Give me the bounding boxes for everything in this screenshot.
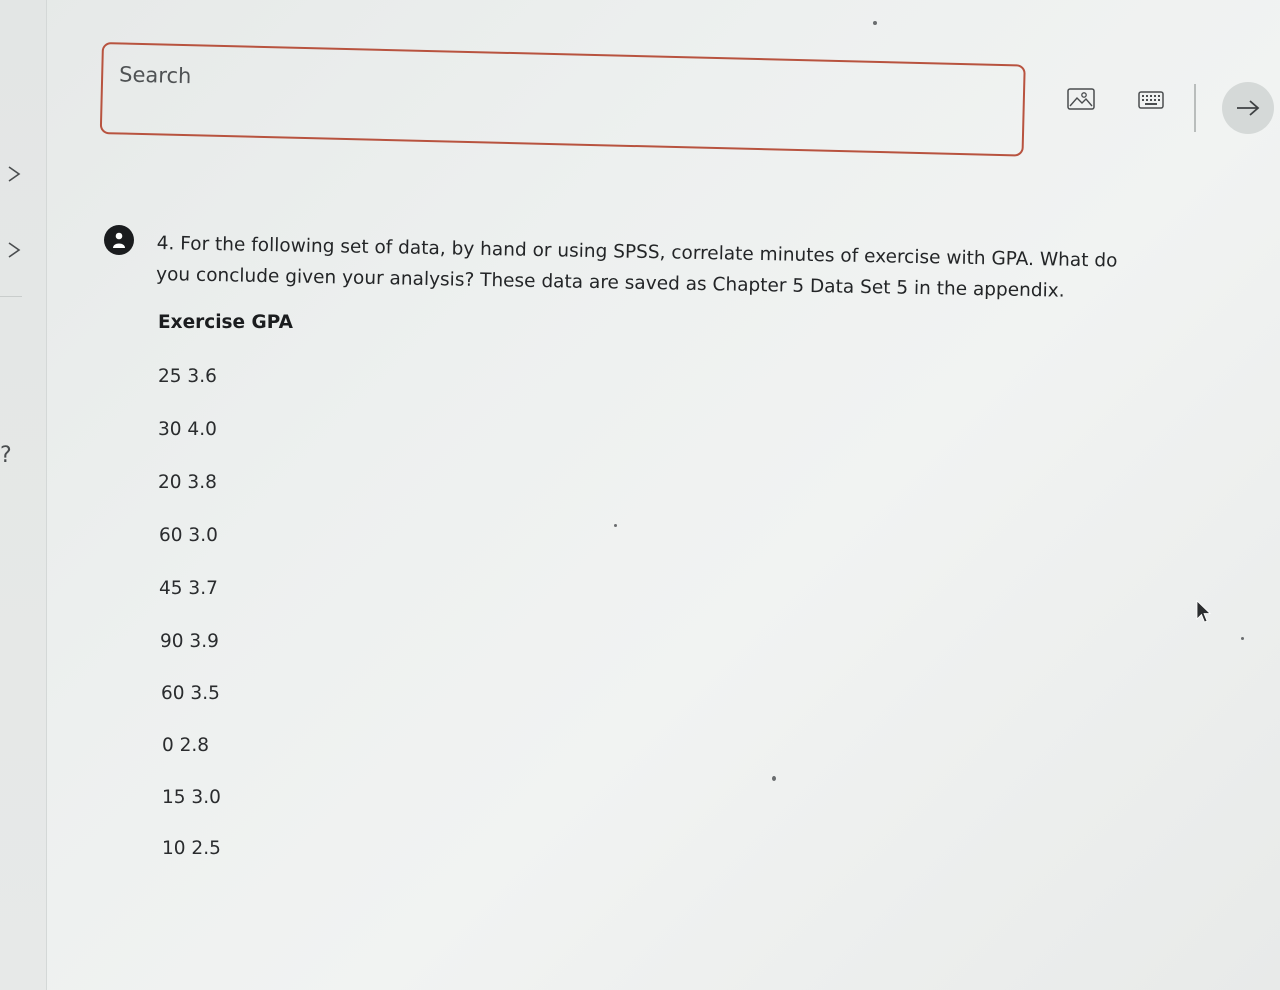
data-header: Exercise GPA (158, 312, 293, 333)
chevron-right-icon[interactable] (6, 241, 22, 259)
chevron-right-icon[interactable] (6, 165, 22, 183)
screen-speck (772, 776, 776, 781)
data-row: 10 2.5 (162, 838, 221, 859)
search-box[interactable] (99, 42, 1026, 157)
image-icon[interactable] (1066, 86, 1096, 112)
screen-speck (614, 524, 617, 527)
user-icon (113, 232, 125, 248)
question-text: 4. For the following set of data, by han… (155, 232, 1118, 302)
arrow-right-icon (1237, 100, 1260, 116)
left-rail: ? (0, 0, 47, 990)
question-badge (104, 225, 134, 255)
submit-button[interactable] (1222, 82, 1274, 134)
rail-divider (0, 296, 22, 297)
search-input[interactable] (118, 62, 820, 104)
data-row: 15 3.0 (162, 787, 221, 808)
screen-speck (1241, 637, 1244, 640)
data-row: 60 3.5 (161, 683, 220, 704)
data-row: 30 4.0 (158, 419, 217, 440)
help-question-mark[interactable]: ? (0, 443, 20, 468)
data-row: 45 3.7 (159, 578, 218, 599)
data-row: 60 3.0 (159, 525, 218, 546)
data-row: 0 2.8 (162, 735, 210, 756)
screen-speck (873, 21, 877, 25)
toolbar-divider (1194, 84, 1196, 132)
keyboard-icon[interactable] (1137, 90, 1165, 110)
data-row: 25 3.6 (158, 366, 217, 387)
data-row: 20 3.8 (158, 472, 217, 493)
mouse-cursor-icon (1196, 600, 1211, 623)
data-row: 90 3.9 (160, 631, 219, 652)
